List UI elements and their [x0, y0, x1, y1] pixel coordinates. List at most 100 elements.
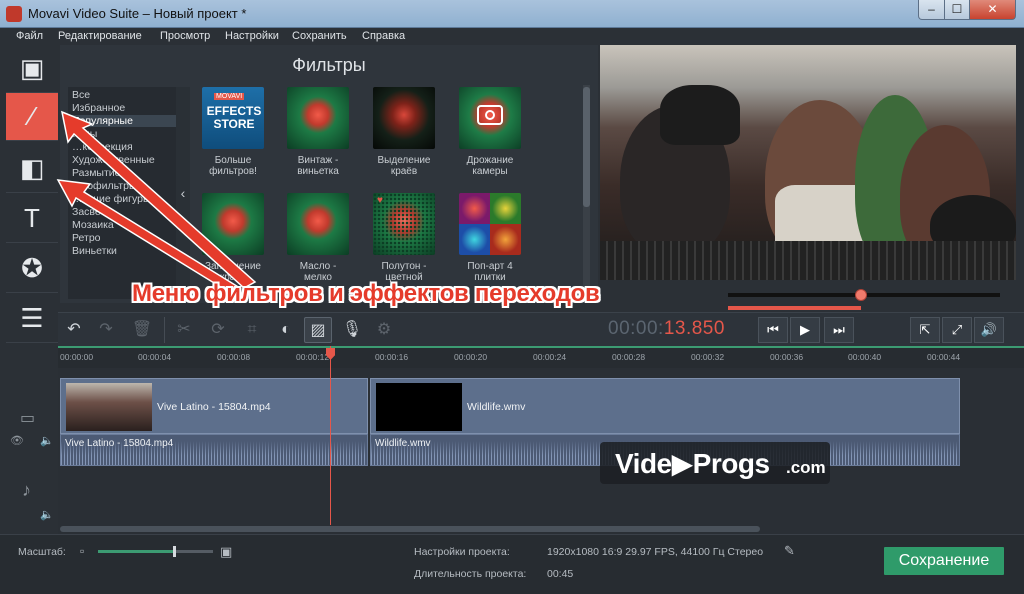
- export-icon[interactable]: ⇱: [910, 317, 940, 343]
- text-icon: T: [24, 203, 40, 233]
- video-clip[interactable]: Wildlife.wmv: [370, 378, 960, 434]
- trash-icon[interactable]: 🗑: [128, 317, 156, 343]
- ruler-tick: 00:00:08: [217, 352, 251, 362]
- menu-file[interactable]: Файл: [16, 30, 43, 42]
- video-icon: ▣: [19, 53, 45, 83]
- timeline-tracks: Vive Latino - 15804.mp4 Wildlife.wmv Viv…: [58, 368, 1024, 534]
- filter-thumbnail: [459, 193, 521, 255]
- app-window: Movavi Video Suite – Новый проект * – ☐ …: [0, 0, 1024, 594]
- next-icon[interactable]: ⏭: [824, 317, 854, 343]
- titles-tool[interactable]: T: [6, 195, 58, 243]
- menu-help[interactable]: Справка: [362, 30, 405, 42]
- clip-name: Vive Latino - 15804.mp4: [157, 401, 271, 413]
- play-icon[interactable]: ▶: [790, 317, 820, 343]
- filter-tile[interactable]: Дрожание камеры: [457, 87, 523, 177]
- menu-edit[interactable]: Редактирование: [58, 30, 142, 42]
- progress-fill: [728, 306, 862, 310]
- ruler-tick: 00:00:12: [296, 352, 330, 362]
- category-item[interactable]: …тофильтры: [72, 180, 137, 192]
- color-icon[interactable]: ◐: [272, 317, 300, 343]
- stickers-tool[interactable]: ✪: [6, 245, 58, 293]
- filter-tile[interactable]: Винтаж - виньетка: [285, 87, 351, 177]
- ruler-tick: 00:00:44: [927, 352, 961, 362]
- collapse-panel-button[interactable]: ‹: [176, 87, 190, 299]
- redo-icon[interactable]: ↷: [92, 317, 120, 343]
- filter-tile[interactable]: Заполнение краёв: [200, 193, 266, 283]
- ruler-tick: 00:00:16: [375, 352, 409, 362]
- import-media-tool[interactable]: ▣: [6, 45, 58, 93]
- settings-value: 1920x1080 16:9 29.97 FPS, 44100 Гц Стере…: [547, 546, 764, 558]
- fullscreen-icon[interactable]: ⤢: [942, 317, 972, 343]
- menu-save[interactable]: Сохранить: [292, 30, 347, 42]
- pencil-icon[interactable]: ✎: [784, 543, 795, 559]
- category-item[interactable]: Ретро: [72, 232, 101, 244]
- category-item[interactable]: Засвет: [72, 206, 105, 218]
- transitions-tool[interactable]: ◧: [6, 145, 58, 193]
- category-item[interactable]: …коррекция: [72, 141, 133, 153]
- filter-tile[interactable]: MOVAVI EFFECTS STORE Больше фильтров!: [200, 87, 266, 177]
- zoom-knob[interactable]: [172, 546, 176, 557]
- close-button[interactable]: ✕: [969, 0, 1016, 20]
- preview-progress[interactable]: [600, 280, 1016, 310]
- category-item[interactable]: Виньетки: [72, 245, 117, 257]
- panel-title: Фильтры: [292, 55, 366, 75]
- category-item[interactable]: Все: [72, 89, 90, 101]
- zoom-slider[interactable]: [98, 550, 213, 553]
- audio-clip[interactable]: Vive Latino - 15804.mp4: [60, 434, 368, 466]
- prev-icon[interactable]: ⏮: [758, 317, 788, 343]
- menu-bar: Файл Редактирование Просмотр Настройки С…: [0, 28, 1024, 45]
- eye-icon[interactable]: 👁: [10, 434, 24, 447]
- filter-tile[interactable]: Масло - мелко: [285, 193, 351, 283]
- category-item[interactable]: Размытие: [72, 167, 120, 179]
- zoom-in-icon[interactable]: ▣: [220, 544, 232, 560]
- mic-icon[interactable]: 🎙: [338, 317, 366, 343]
- ruler-tick: 00:00:32: [691, 352, 725, 362]
- track-headers: ▭ 👁 🔈 ♪ 🔈: [6, 346, 58, 534]
- gear-icon[interactable]: ⚙: [370, 317, 398, 343]
- category-item[interactable]: Художественные: [72, 154, 155, 166]
- zoom-label: Масштаб:: [18, 546, 66, 558]
- category-item[interactable]: …мы: [72, 128, 97, 140]
- video-track: Vive Latino - 15804.mp4 Wildlife.wmv: [58, 378, 1024, 434]
- category-item-selected[interactable]: Популярные: [68, 115, 176, 127]
- filter-tile[interactable]: ♥ Полутон - цветной: [371, 193, 437, 283]
- filter-thumbnail: [459, 87, 521, 149]
- crop-icon[interactable]: ⌗: [238, 317, 266, 343]
- magic-wand-icon: ⁄: [29, 101, 35, 131]
- undo-icon[interactable]: ↶: [60, 317, 88, 343]
- effects-store-thumbnail: MOVAVI EFFECTS STORE: [202, 87, 264, 149]
- volume-icon[interactable]: 🔊: [974, 317, 1004, 343]
- menu-settings[interactable]: Настройки: [225, 30, 279, 42]
- filters-panel: Фильтры Все Избранное Популярные …мы …ко…: [60, 45, 598, 303]
- edit-toolbar: ↶ ↷ 🗑 ✂ ⟳ ⌗ ◐ ▨ 🎙 ⚙ 00:00:13.850 ⏮ ▶ ⏭ ⇱…: [58, 312, 1024, 346]
- filter-tile[interactable]: Поп-арт 4 плитки: [457, 193, 523, 283]
- rotate-icon[interactable]: ⟳: [204, 317, 232, 343]
- playhead[interactable]: [326, 346, 335, 526]
- progress-knob[interactable]: [855, 289, 868, 301]
- filter-tile[interactable]: Выделение краёв: [371, 87, 437, 177]
- filter-thumbnail: [373, 87, 435, 149]
- timeline-ruler[interactable]: 00:00:00 00:00:04 00:00:08 00:00:12 00:0…: [58, 346, 1024, 368]
- category-item[interactable]: Мозаика: [72, 219, 114, 231]
- image-icon[interactable]: ▨: [304, 317, 332, 343]
- filters-scrollbar[interactable]: [583, 85, 590, 301]
- category-item[interactable]: Избранное: [72, 102, 125, 114]
- save-button[interactable]: Сохранение: [884, 547, 1004, 575]
- ruler-tick: 00:00:28: [612, 352, 646, 362]
- favorite-icon[interactable]: ♥: [377, 195, 383, 206]
- minimize-button[interactable]: –: [918, 0, 945, 20]
- volume-icon[interactable]: 🔈: [40, 508, 54, 521]
- cut-icon[interactable]: ✂: [170, 317, 198, 343]
- category-item[interactable]: …ющие фигуры: [72, 193, 151, 205]
- more-tools[interactable]: ☰: [6, 295, 58, 343]
- maximize-button[interactable]: ☐: [944, 0, 970, 20]
- volume-icon[interactable]: 🔈: [40, 434, 54, 447]
- clip-thumbnail: [66, 383, 152, 431]
- menu-view[interactable]: Просмотр: [160, 30, 210, 42]
- zoom-out-icon[interactable]: ▫: [80, 544, 84, 558]
- sticker-icon: ✪: [21, 253, 43, 283]
- filters-tool[interactable]: ⁄: [6, 93, 58, 141]
- timeline-scrollbar[interactable]: [58, 525, 1024, 533]
- filter-thumbnail: [202, 193, 264, 255]
- video-clip[interactable]: Vive Latino - 15804.mp4: [60, 378, 368, 434]
